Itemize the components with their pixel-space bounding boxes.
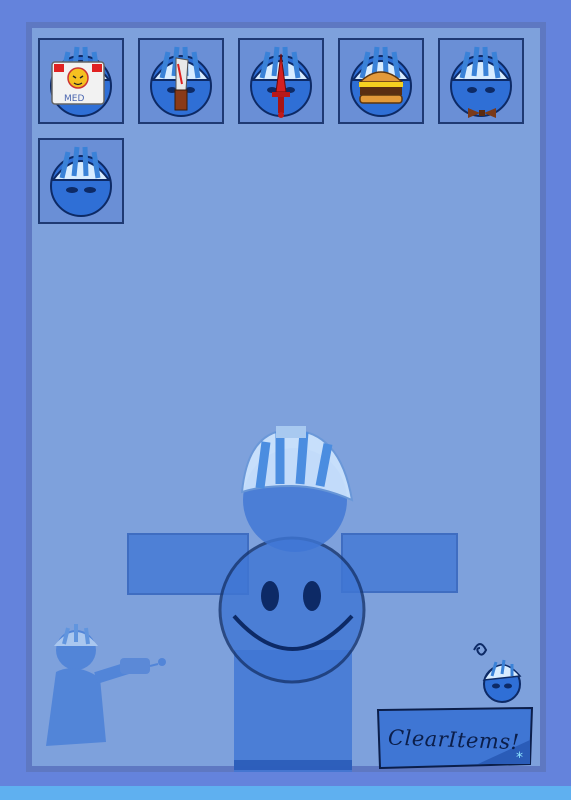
burger-icon xyxy=(358,71,404,104)
clear-items-button[interactable]: * ClearItems! xyxy=(374,706,536,770)
knife-icon xyxy=(174,57,189,111)
medkit-icon: MED xyxy=(51,61,105,105)
inventory-slot-2[interactable] xyxy=(138,38,224,124)
decorative-character-raygun xyxy=(46,624,166,746)
inventory-slot-6[interactable] xyxy=(38,138,124,224)
bottom-strip xyxy=(0,786,571,800)
clear-items-label: ClearItems! xyxy=(387,725,520,755)
inventory-slot-5[interactable] xyxy=(438,38,524,124)
inventory-slot-3[interactable] xyxy=(238,38,324,124)
avatar-torso-smiley xyxy=(218,536,366,684)
bowtie-icon xyxy=(468,108,496,118)
medkit-badge-text: MED xyxy=(64,94,84,104)
hat-only-icon xyxy=(50,146,112,217)
mini-mascot-icon xyxy=(473,643,522,703)
inventory-slot-4[interactable] xyxy=(338,38,424,124)
dagger-icon xyxy=(272,53,290,118)
inventory-slot-1[interactable]: MED xyxy=(38,38,124,124)
